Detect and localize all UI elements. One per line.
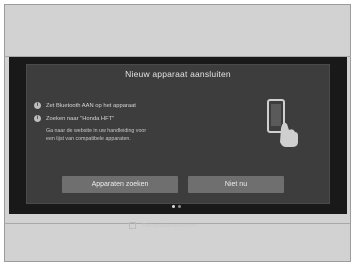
page-dot-active xyxy=(172,205,175,208)
info-icon: i xyxy=(34,102,41,109)
hint-line: een lijst van compatibele apparaten. xyxy=(46,136,131,142)
checkbox[interactable] xyxy=(129,222,136,229)
step-search-device: i Zoeken naar "Honda HFT" xyxy=(34,115,114,122)
page-indicator xyxy=(172,205,181,208)
compatibility-hint: Ga naar de website in uw handleiding voo… xyxy=(46,127,206,143)
phone-touch-icon xyxy=(263,98,303,148)
hint-line: Ga naar de website in uw handleiding voo… xyxy=(46,128,147,134)
search-devices-button[interactable]: Apparaten zoeken xyxy=(62,176,178,193)
step-text: Zoeken naar "Honda HFT" xyxy=(46,115,115,122)
step-bluetooth-on: i Zet Bluetooth AAN op het apparaat xyxy=(34,102,136,109)
do-not-show-again[interactable]: Niet opnieuw weergeven xyxy=(129,222,197,229)
not-now-button[interactable]: Niet nu xyxy=(188,176,284,193)
info-icon: i xyxy=(34,115,41,122)
step-text: Zet Bluetooth AAN op het apparaat xyxy=(46,102,136,109)
page-dot xyxy=(178,205,181,208)
checkbox-label: Niet opnieuw weergeven xyxy=(142,222,197,229)
dialog-title: Nieuw apparaat aansluiten xyxy=(125,69,231,79)
